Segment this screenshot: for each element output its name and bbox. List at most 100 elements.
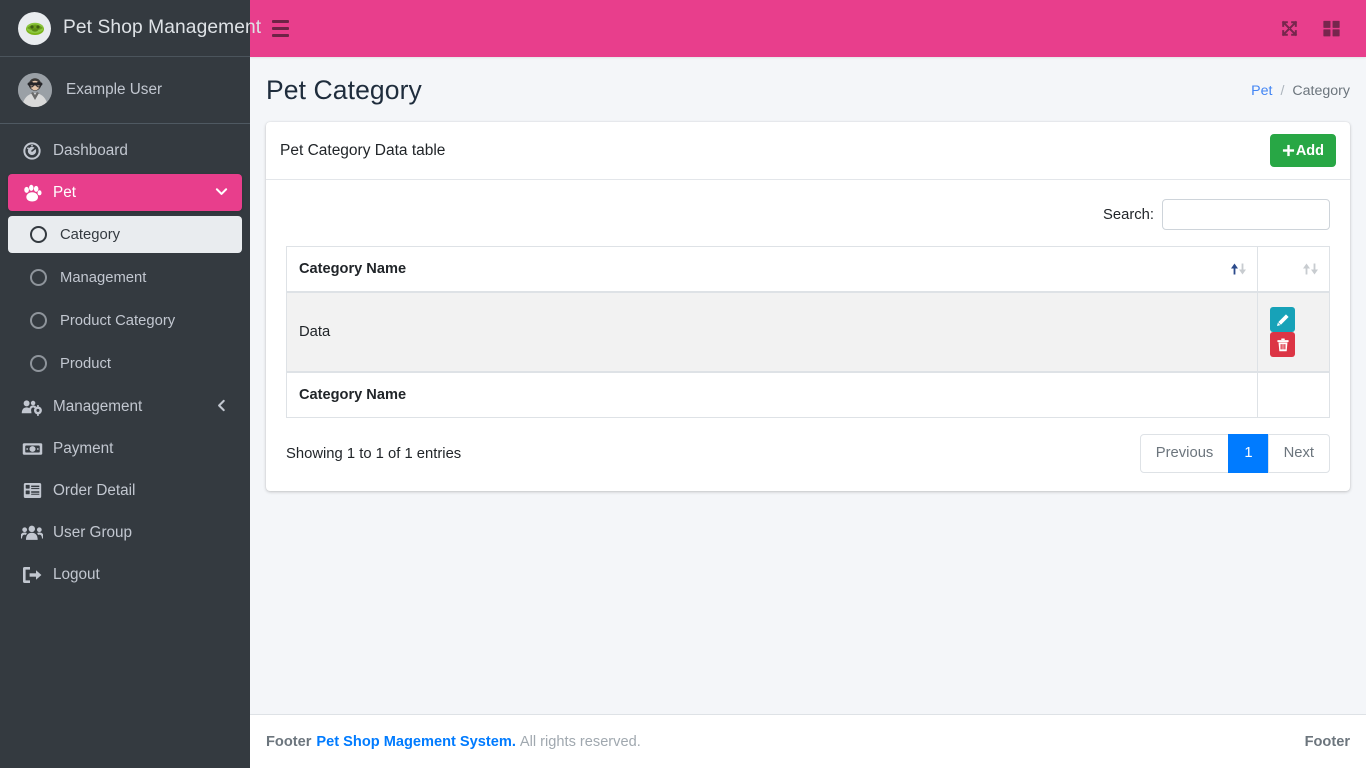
datatable-info: Showing 1 to 1 of 1 entries	[286, 446, 461, 462]
add-button-label: Add	[1296, 143, 1324, 159]
breadcrumb-separator: /	[1280, 83, 1284, 99]
sign-out-icon	[20, 566, 44, 584]
sidebar-subitem-product-category[interactable]: Product Category	[8, 302, 242, 339]
footer-brand-link[interactable]: Pet Shop Magement System.	[316, 734, 516, 750]
plus-icon	[1282, 144, 1295, 157]
pet-category-table: Category Name	[286, 246, 1330, 418]
list-alt-icon	[20, 482, 44, 499]
table-row[interactable]: Data	[287, 292, 1330, 372]
hamburger-bar	[272, 34, 289, 37]
breadcrumb-link-pet[interactable]: Pet	[1251, 83, 1272, 99]
sidebar-item-logout[interactable]: Logout	[8, 556, 242, 593]
hamburger-bar	[272, 20, 289, 23]
users-icon	[20, 524, 44, 541]
pagination-page-1[interactable]: 1	[1228, 434, 1268, 473]
footer-right-label: Footer	[1305, 734, 1350, 750]
footer-prefix: Footer	[266, 734, 311, 750]
money-bill-icon	[20, 441, 44, 457]
cell-actions	[1258, 292, 1330, 372]
brand-title: Pet Shop Management	[63, 17, 261, 39]
content-header: Pet Category Pet / Category	[250, 57, 1366, 122]
datatable-toolbar: Search:	[286, 194, 1330, 246]
chevron-left-icon	[215, 399, 228, 415]
card-body: Search: Category Name	[266, 180, 1350, 491]
topbar-actions	[1268, 8, 1352, 50]
table-body: Data	[287, 292, 1330, 372]
user-panel[interactable]: Example User	[0, 57, 250, 124]
sidebar-item-pet[interactable]: Pet	[8, 174, 242, 211]
delete-button[interactable]	[1270, 332, 1295, 357]
card-header: Pet Category Data table Add	[266, 122, 1350, 180]
page-footer: Footer Pet Shop Magement System. All rig…	[250, 714, 1366, 768]
sidebar-nav: Dashboard Pet	[0, 124, 250, 593]
gauge-icon	[20, 142, 44, 160]
sort-indicator-asc	[1230, 263, 1247, 276]
sidebar-subitem-label: Category	[60, 227, 120, 243]
sort-indicator-none	[1302, 263, 1319, 276]
sidebar-subitem-label: Product	[60, 356, 111, 372]
sidebar-item-label: Order Detail	[53, 482, 135, 500]
pagination: Previous 1 Next	[1140, 434, 1330, 473]
chevron-down-icon	[215, 185, 228, 201]
sidebar-subitem-label: Management	[60, 270, 146, 286]
card-title: Pet Category Data table	[280, 142, 445, 160]
pencil-icon	[1276, 313, 1290, 327]
hamburger-bar	[272, 27, 289, 30]
circle-icon	[30, 355, 47, 372]
sidebar-item-management[interactable]: Management	[8, 388, 242, 425]
paw-icon	[20, 184, 44, 202]
column-header-category-name[interactable]: Category Name	[287, 247, 1258, 293]
sidebar-subitem-product[interactable]: Product	[8, 345, 242, 382]
sidebar-item-label: Management	[53, 398, 142, 416]
user-name: Example User	[66, 81, 162, 99]
datatable-footer: Showing 1 to 1 of 1 entries Previous 1 N…	[286, 418, 1330, 477]
footer-column-action	[1258, 372, 1330, 418]
breadcrumb-current: Category	[1292, 83, 1350, 99]
circle-icon	[30, 226, 47, 243]
pagination-next[interactable]: Next	[1268, 434, 1330, 473]
sidebar-item-label: User Group	[53, 524, 132, 542]
table-foot: Category Name	[287, 372, 1330, 418]
edit-button[interactable]	[1270, 307, 1295, 332]
column-header-action[interactable]	[1258, 247, 1330, 293]
table-head: Category Name	[287, 247, 1330, 293]
hamburger-icon[interactable]	[272, 16, 298, 42]
sidebar-subitem-management[interactable]: Management	[8, 259, 242, 296]
sidebar-item-label: Pet	[53, 184, 76, 202]
sidebar: Pet Shop Management Example User	[0, 0, 250, 768]
sidebar-pet-submenu: Category Management Product Category Pro…	[8, 216, 242, 382]
pet-logo-icon	[18, 12, 51, 45]
sidebar-item-label: Dashboard	[53, 142, 128, 160]
sidebar-item-label: Payment	[53, 440, 113, 458]
users-cog-icon	[20, 398, 44, 416]
pet-category-card: Pet Category Data table Add Search:	[266, 122, 1350, 491]
pagination-previous[interactable]: Previous	[1140, 434, 1230, 473]
sidebar-item-order-detail[interactable]: Order Detail	[8, 472, 242, 509]
sidebar-subitem-label: Product Category	[60, 313, 175, 329]
brand-header[interactable]: Pet Shop Management	[0, 0, 250, 57]
sidebar-subitem-category[interactable]: Category	[8, 216, 242, 253]
add-button[interactable]: Add	[1270, 134, 1336, 167]
search-label: Search:	[1103, 207, 1154, 223]
trash-icon	[1276, 338, 1290, 352]
grid-2x2-icon[interactable]	[1310, 8, 1352, 50]
search-input[interactable]	[1162, 199, 1330, 230]
table-header-row: Category Name	[287, 247, 1330, 293]
footer-column-category-name: Category Name	[287, 372, 1258, 418]
sidebar-item-user-group[interactable]: User Group	[8, 514, 242, 551]
circle-icon	[30, 269, 47, 286]
sidebar-item-payment[interactable]: Payment	[8, 430, 242, 467]
table-footer-row: Category Name	[287, 372, 1330, 418]
circle-icon	[30, 312, 47, 329]
topbar	[250, 0, 1366, 57]
column-header-label: Category Name	[299, 261, 406, 277]
sidebar-item-label: Logout	[53, 566, 100, 584]
sidebar-item-dashboard[interactable]: Dashboard	[8, 132, 242, 169]
user-avatar	[18, 73, 52, 107]
footer-rights-text: All rights reserved.	[520, 734, 641, 750]
breadcrumb: Pet / Category	[1251, 83, 1350, 99]
page-title: Pet Category	[266, 75, 422, 106]
cell-category-name: Data	[287, 292, 1258, 372]
main-content: Pet Category Pet / Category Pet Category…	[250, 57, 1366, 714]
compress-arrows-icon[interactable]	[1268, 8, 1310, 50]
